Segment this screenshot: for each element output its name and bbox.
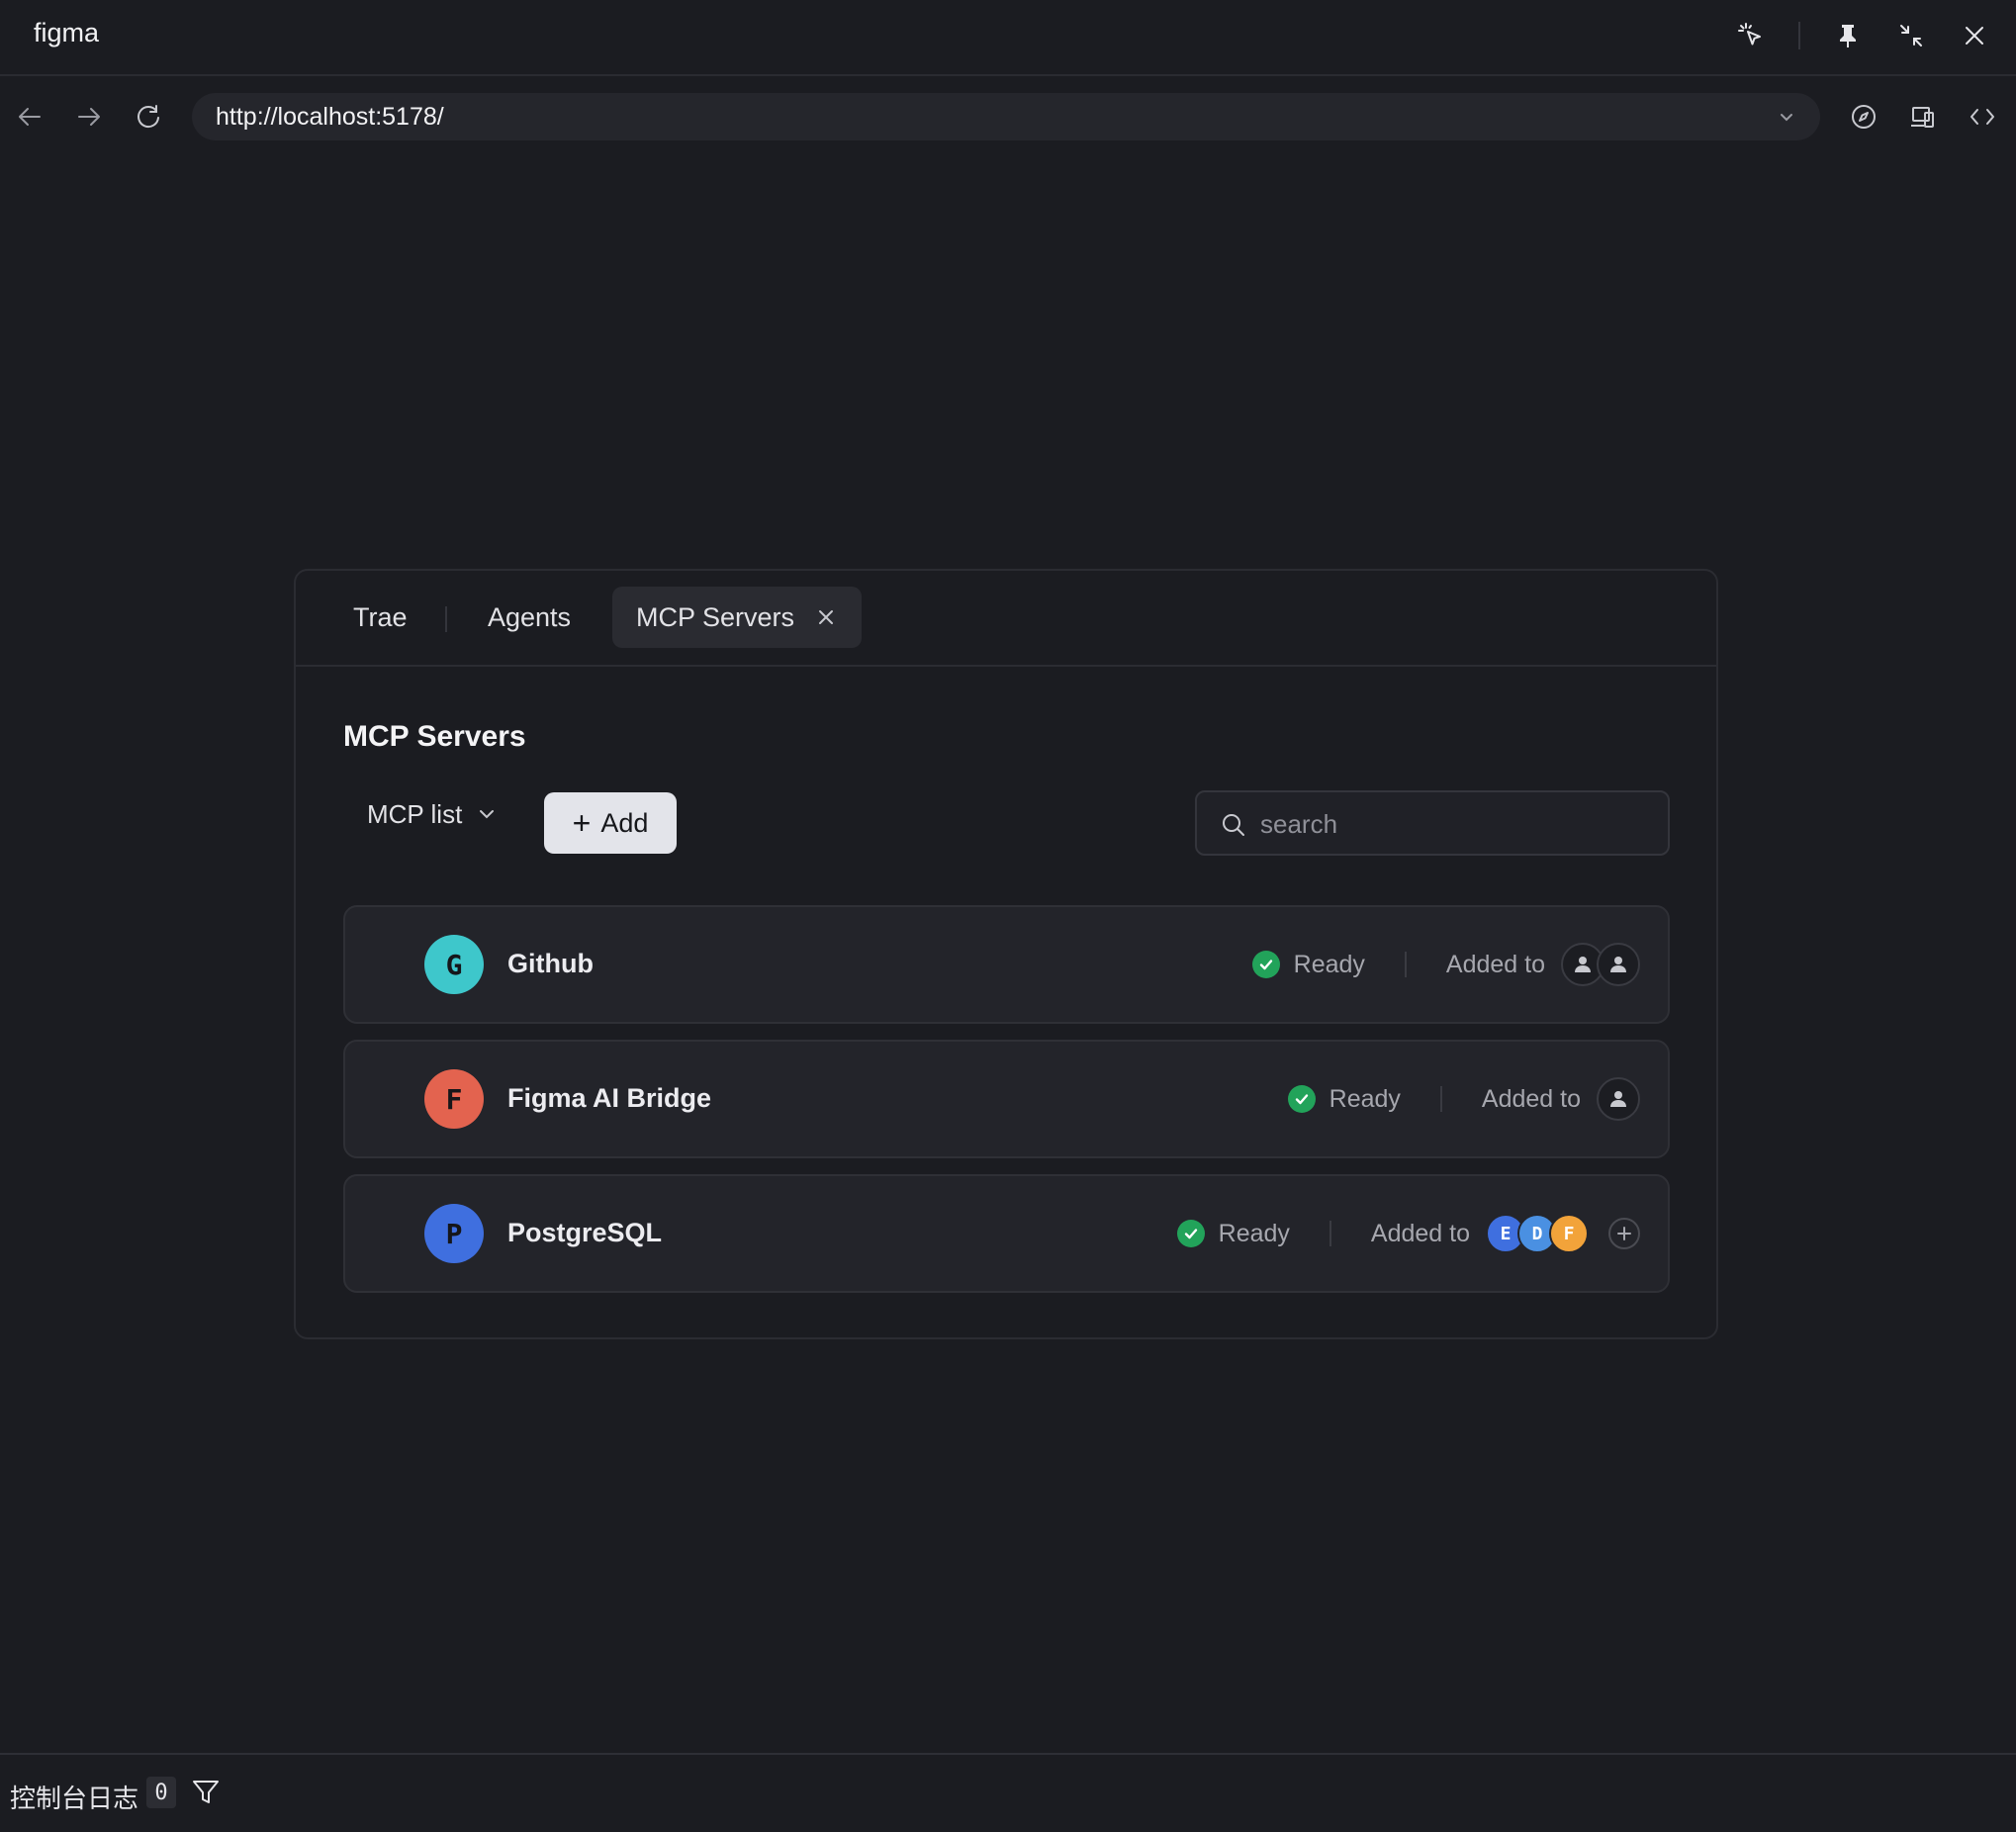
added-to-label: Added to <box>1370 1219 1470 1247</box>
app-title: figma <box>34 18 100 47</box>
console-bar: 控制台日志 0 <box>0 1753 2016 1832</box>
collapse-icon[interactable] <box>1891 16 1931 55</box>
server-name: PostgreSQL <box>507 1218 663 1247</box>
tab-mcp-servers[interactable]: MCP Servers <box>612 587 863 648</box>
server-avatar: G <box>424 935 484 994</box>
check-circle-icon <box>1176 1220 1205 1247</box>
server-name: Figma AI Bridge <box>507 1083 712 1113</box>
tab-trae[interactable]: Trae <box>353 587 408 648</box>
added-agents: E D F <box>1486 1214 1589 1253</box>
chevron-down-icon[interactable] <box>1775 105 1798 129</box>
added-users <box>1561 943 1640 986</box>
divider <box>1404 952 1407 977</box>
title-bar: figma <box>0 0 2016 76</box>
search-icon <box>1223 814 1244 836</box>
search-box[interactable] <box>1195 790 1670 856</box>
back-arrow-icon[interactable] <box>8 95 51 138</box>
tab-label: Trae <box>353 601 408 632</box>
add-agent-icon[interactable] <box>1608 1218 1640 1249</box>
add-button[interactable]: + Add <box>544 792 677 854</box>
console-count-badge: 0 <box>146 1777 176 1808</box>
status-text: Ready <box>1293 950 1365 978</box>
tab-label: Agents <box>488 601 572 632</box>
divider <box>1329 1221 1331 1246</box>
check-circle-icon <box>1287 1085 1316 1113</box>
chevron-down-icon <box>480 810 495 819</box>
status-text: Ready <box>1218 1219 1290 1247</box>
user-icon[interactable] <box>1597 943 1640 986</box>
tab-label: MCP Servers <box>636 601 795 632</box>
server-status-area: Ready Added to <box>1287 1042 1640 1156</box>
agent-avatar-f[interactable]: F <box>1549 1214 1589 1253</box>
status-text: Ready <box>1329 1084 1401 1113</box>
server-avatar: F <box>424 1069 484 1129</box>
reload-icon[interactable] <box>127 95 170 138</box>
mcp-list-dropdown[interactable]: MCP list <box>367 790 498 838</box>
server-name: Github <box>507 949 594 978</box>
app-window: figma http://localhost:5178/ Trae Agents… <box>0 0 2016 1832</box>
tab-bar: Trae Agents MCP Servers <box>296 571 1716 667</box>
check-circle-icon <box>1251 951 1280 978</box>
dropdown-label: MCP list <box>367 798 463 829</box>
server-status-area: Ready Added to E D F <box>1176 1176 1640 1291</box>
pointer-sparkle-icon[interactable] <box>1731 16 1771 55</box>
server-row-postgresql[interactable]: P PostgreSQL Ready Added to E D F <box>343 1174 1670 1293</box>
divider <box>1439 1086 1442 1112</box>
added-to-label: Added to <box>1445 950 1545 978</box>
close-tab-icon[interactable] <box>814 605 838 629</box>
server-avatar: P <box>424 1204 484 1263</box>
address-bar[interactable]: http://localhost:5178/ <box>192 93 1820 140</box>
url-text: http://localhost:5178/ <box>216 103 444 131</box>
search-input[interactable] <box>1260 804 1636 844</box>
compass-icon[interactable] <box>1842 95 1885 138</box>
browser-toolbar: http://localhost:5178/ <box>0 77 2016 156</box>
user-icon[interactable] <box>1597 1077 1640 1121</box>
tab-agents[interactable]: Agents <box>488 587 571 648</box>
page-title: MCP Servers <box>343 720 526 753</box>
pin-icon[interactable] <box>1828 16 1868 55</box>
console-log-label[interactable]: 控制台日志 <box>10 1779 138 1815</box>
server-status-area: Ready Added to <box>1251 907 1640 1022</box>
close-icon[interactable] <box>1955 16 1994 55</box>
tab-separator <box>445 606 447 632</box>
forward-arrow-icon[interactable] <box>67 95 111 138</box>
added-users <box>1597 1077 1640 1121</box>
mcp-panel: Trae Agents MCP Servers MCP Servers MCP … <box>294 569 1718 1339</box>
server-row-figma-ai-bridge[interactable]: F Figma AI Bridge Ready Added to <box>343 1040 1670 1158</box>
filter-icon[interactable] <box>190 1777 222 1808</box>
title-separator <box>1798 22 1800 49</box>
add-label: Add <box>600 807 649 838</box>
plus-icon: + <box>572 805 592 841</box>
responsive-device-icon[interactable] <box>1901 95 1945 138</box>
code-icon[interactable] <box>1961 95 2004 138</box>
added-to-label: Added to <box>1481 1084 1581 1113</box>
server-row-github[interactable]: G Github Ready Added to <box>343 905 1670 1024</box>
